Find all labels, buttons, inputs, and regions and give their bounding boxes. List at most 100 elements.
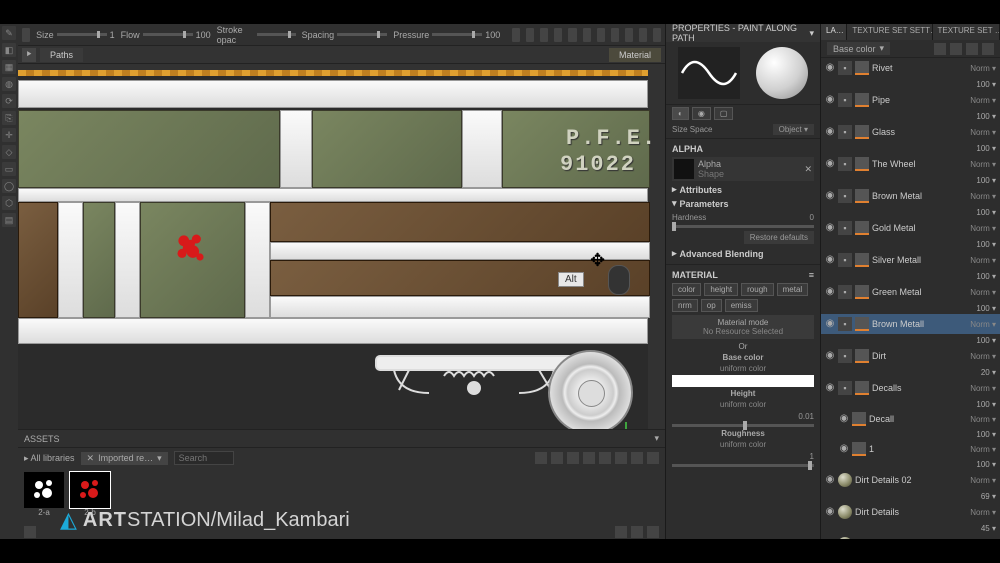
mat-channel-color[interactable]: color <box>672 283 701 296</box>
blend-mode-select[interactable]: Norm ▾ <box>968 445 996 454</box>
blend-mode-select[interactable]: Norm ▾ <box>968 192 996 201</box>
assets-view3-icon[interactable] <box>567 452 579 464</box>
layer-row[interactable]: ◉▪DecallsNorm ▾ <box>821 378 1000 398</box>
layers-action1-icon[interactable] <box>934 43 946 55</box>
assets-list-icon[interactable] <box>647 452 659 464</box>
opacity-value[interactable]: 100 ▾ <box>976 112 996 121</box>
tool-12[interactable]: ▤ <box>2 213 16 227</box>
folder-icon[interactable]: ▪ <box>838 61 852 75</box>
lens-icon[interactable] <box>639 28 647 42</box>
camera-icon[interactable] <box>554 28 562 42</box>
size-space-select[interactable]: Object ▾ <box>773 124 814 135</box>
tool-proj[interactable]: ▦ <box>2 60 16 74</box>
advanced-blending-toggle[interactable]: ▸ Advanced Blending <box>672 248 814 259</box>
tab-layers[interactable]: LA… <box>821 24 847 40</box>
blend-mode-select[interactable]: Norm ▾ <box>968 160 996 169</box>
eye-icon[interactable]: ◉ <box>825 507 835 517</box>
layer-row[interactable]: ◉▪RivetNorm ▾ <box>821 58 1000 78</box>
opacity-value[interactable]: 100 ▾ <box>976 460 996 469</box>
assets-new-icon[interactable] <box>631 526 643 538</box>
material-mode-box[interactable]: Material modeNo Resource Selected <box>672 315 814 339</box>
tool-11[interactable]: ⬡ <box>2 196 16 210</box>
opacity-value[interactable]: 69 ▾ <box>981 492 996 501</box>
wand-icon[interactable] <box>653 28 661 42</box>
channel-select[interactable]: Base color ▾ <box>827 42 890 55</box>
opacity-value[interactable]: 100 ▾ <box>976 304 996 313</box>
assets-search-input[interactable] <box>174 451 234 465</box>
folder-icon[interactable]: ▪ <box>838 189 852 203</box>
assets-view5-icon[interactable] <box>599 452 611 464</box>
symmetry-icon[interactable] <box>512 28 520 42</box>
opacity-value[interactable]: 100 ▾ <box>976 80 996 89</box>
assets-grid-icon[interactable] <box>631 452 643 464</box>
restore-defaults-button[interactable]: Restore defaults <box>744 231 814 244</box>
blend-mode-select[interactable]: Norm ▾ <box>968 96 996 105</box>
eye-icon[interactable]: ◉ <box>839 444 849 454</box>
display-icon[interactable] <box>611 28 619 42</box>
blend-mode-select[interactable]: Norm ▾ <box>968 508 996 517</box>
eye-icon[interactable]: ◉ <box>825 383 835 393</box>
folder-icon[interactable]: ▪ <box>838 125 852 139</box>
opacity-value[interactable]: 100 ▾ <box>976 176 996 185</box>
layer-row[interactable]: ◉DecallNorm ▾ <box>821 410 1000 428</box>
blend-mode-select[interactable]: Norm ▾ <box>968 128 996 137</box>
blend-mode-select[interactable]: Norm ▾ <box>968 320 996 329</box>
mat-channel-rough[interactable]: rough <box>741 283 773 296</box>
cube-icon[interactable] <box>597 28 605 42</box>
assets-view4-icon[interactable] <box>583 452 595 464</box>
layer-row[interactable]: ◉▪Brown MetalNorm ▾ <box>821 186 1000 206</box>
space-tab-2[interactable]: ◉ <box>692 107 711 120</box>
layers-action2-icon[interactable] <box>950 43 962 55</box>
opacity-value[interactable]: 20 ▾ <box>981 368 996 377</box>
assets-refresh-icon[interactable] <box>615 526 627 538</box>
layers-action4-icon[interactable] <box>982 43 994 55</box>
folder-icon[interactable]: ▪ <box>838 221 852 235</box>
opacity-value[interactable]: 100 ▾ <box>976 336 996 345</box>
asset-item[interactable]: 2-a <box>24 472 64 516</box>
blend-mode-select[interactable]: Norm ▾ <box>968 256 996 265</box>
spacing-slider[interactable] <box>337 33 387 36</box>
settings-icon[interactable] <box>625 28 633 42</box>
tab-texture-set[interactable]: TEXTURE SET … <box>933 24 1000 40</box>
blend-mode-select[interactable]: Norm ▾ <box>968 352 996 361</box>
stroke-slider[interactable] <box>257 33 296 36</box>
properties-menu-icon[interactable]: ▾ <box>809 28 814 39</box>
assets-filter-select[interactable]: ✕ Imported re… ▾ <box>81 452 168 465</box>
blend-mode-select[interactable]: Norm ▾ <box>968 476 996 485</box>
assets-menu-icon[interactable]: ▾ <box>654 433 659 444</box>
space-tab-1[interactable]: ◐ <box>672 107 689 120</box>
blend-mode-select[interactable]: Norm ▾ <box>968 224 996 233</box>
hardness-slider[interactable] <box>672 225 814 228</box>
assets-view2-icon[interactable] <box>551 452 563 464</box>
layer-row[interactable]: ◉Dirt DetailsNorm ▾ <box>821 502 1000 522</box>
mat-channel-op[interactable]: op <box>701 299 722 312</box>
folder-icon[interactable]: ▪ <box>838 349 852 363</box>
layer-row[interactable]: ◉▪Gold MetalNorm ▾ <box>821 218 1000 238</box>
lazy-mouse-icon[interactable] <box>526 28 534 42</box>
base-color-swatch[interactable] <box>672 375 814 387</box>
space-tab-3[interactable]: ▢ <box>714 107 734 120</box>
pause-icon[interactable] <box>583 28 591 42</box>
eye-icon[interactable]: ◉ <box>825 63 835 73</box>
mat-channel-height[interactable]: height <box>704 283 738 296</box>
folder-icon[interactable]: ▪ <box>838 381 852 395</box>
eye-icon[interactable]: ◉ <box>825 191 835 201</box>
paths-collapse-icon[interactable]: ⯈ <box>22 48 36 62</box>
assets-view1-icon[interactable] <box>535 452 547 464</box>
layer-row[interactable]: ◉▪Green MetalNorm ▾ <box>821 282 1000 302</box>
render-icon[interactable] <box>568 28 576 42</box>
blend-mode-select[interactable]: Norm ▾ <box>968 64 996 73</box>
folder-icon[interactable]: ▪ <box>838 157 852 171</box>
flow-slider[interactable] <box>143 33 193 36</box>
layer-row[interactable]: ◉▪DirtNorm ▾ <box>821 346 1000 366</box>
eye-icon[interactable]: ◉ <box>825 223 835 233</box>
eye-icon[interactable]: ◉ <box>825 95 835 105</box>
blend-mode-select[interactable]: Norm ▾ <box>968 384 996 393</box>
layers-action3-icon[interactable] <box>966 43 978 55</box>
opacity-value[interactable]: 100 ▾ <box>976 430 996 439</box>
viewport-3d[interactable]: P.F.E. 91022 <box>18 64 665 429</box>
material-menu-icon[interactable]: ≡ <box>809 270 814 280</box>
eye-icon[interactable]: ◉ <box>839 414 849 424</box>
opacity-value[interactable]: 100 ▾ <box>976 272 996 281</box>
layer-row[interactable]: ◉▪Brown MetallNorm ▾ <box>821 314 1000 334</box>
